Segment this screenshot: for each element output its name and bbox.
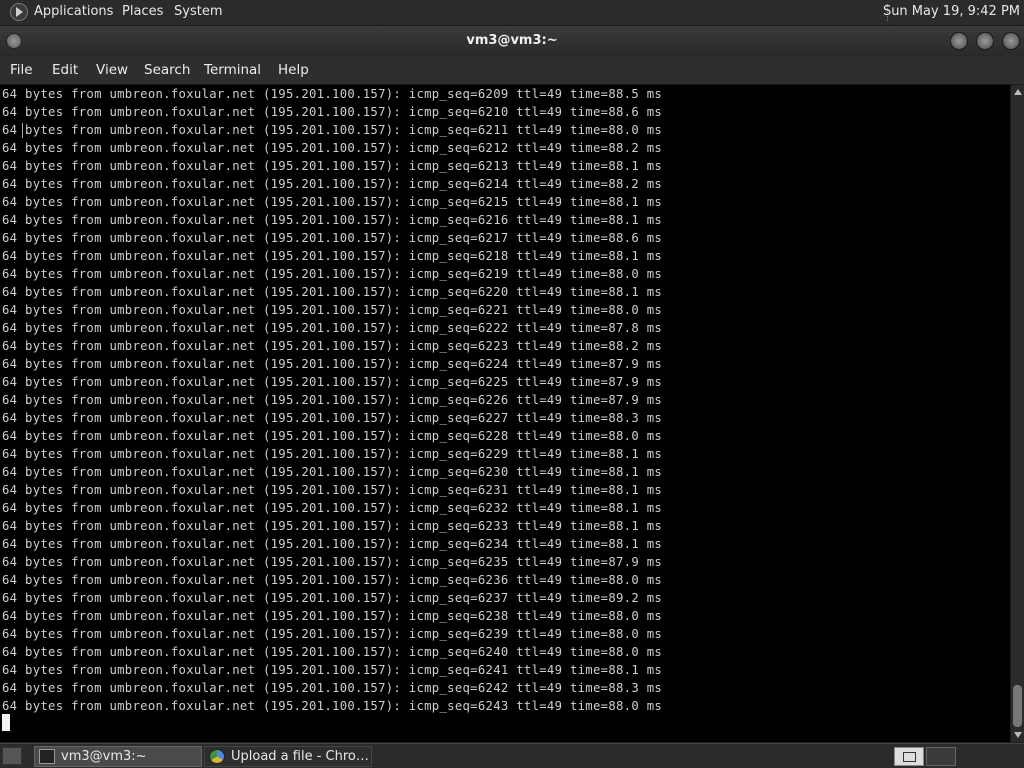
terminal-line: 64 bytes from umbreon.foxular.net (195.2… — [2, 339, 663, 353]
clock[interactable]: Sun May 19, 9:42 PM — [883, 4, 1020, 19]
system-menu[interactable]: System — [174, 4, 222, 19]
close-button[interactable] — [1002, 32, 1020, 50]
menu-help[interactable]: Help — [278, 62, 309, 78]
terminal-line: 64 bytes from umbreon.foxular.net (195.2… — [2, 177, 663, 191]
terminal-line: 64 bytes from umbreon.foxular.net (195.2… — [2, 105, 663, 119]
terminal-line: 64 bytes from umbreon.foxular.net (195.2… — [2, 483, 663, 497]
terminal-line: 64 bytes from umbreon.foxular.net (195.2… — [2, 681, 663, 695]
terminal-line: 64 bytes from umbreon.foxular.net (195.2… — [2, 213, 663, 227]
scroll-up-icon[interactable] — [1014, 89, 1022, 95]
task-label: vm3@vm3:~ — [61, 749, 147, 764]
terminal-scrollbar[interactable] — [1010, 85, 1024, 742]
terminal-line: 64 bytes from umbreon.foxular.net (195.2… — [2, 285, 663, 299]
terminal-line: 64 bytes from umbreon.foxular.net (195.2… — [2, 249, 663, 263]
terminal-text: 64 bytes from umbreon.foxular.net (195.2… — [0, 85, 1010, 715]
window-title: vm3@vm3:~ — [466, 33, 558, 48]
terminal-line: 64 bytes from umbreon.foxular.net (195.2… — [2, 465, 663, 479]
terminal-line: 64 bytes from umbreon.foxular.net (195.2… — [2, 123, 663, 137]
terminal-line: 64 bytes from umbreon.foxular.net (195.2… — [2, 357, 663, 371]
workspace-1[interactable] — [894, 747, 924, 766]
places-menu[interactable]: Places — [122, 4, 163, 19]
terminal-cursor — [2, 714, 10, 731]
terminal-line: 64 bytes from umbreon.foxular.net (195.2… — [2, 699, 663, 713]
terminal-line: 64 bytes from umbreon.foxular.net (195.2… — [2, 141, 663, 155]
terminal-line: 64 bytes from umbreon.foxular.net (195.2… — [2, 609, 663, 623]
applications-menu[interactable]: Applications — [34, 4, 113, 19]
terminal-line: 64 bytes from umbreon.foxular.net (195.2… — [2, 627, 663, 641]
terminal-line: 64 bytes from umbreon.foxular.net (195.2… — [2, 411, 663, 425]
terminal-icon — [39, 749, 55, 764]
scrollbar-thumb[interactable] — [1013, 685, 1022, 727]
scroll-down-icon[interactable] — [1014, 732, 1022, 738]
terminal-line: 64 bytes from umbreon.foxular.net (195.2… — [2, 87, 663, 101]
chrome-icon — [209, 749, 225, 764]
window-titlebar[interactable]: vm3@vm3:~ — [0, 26, 1024, 56]
terminal-output[interactable]: 64 bytes from umbreon.foxular.net (195.2… — [0, 85, 1010, 742]
terminal-line: 64 bytes from umbreon.foxular.net (195.2… — [2, 231, 663, 245]
terminal-line: 64 bytes from umbreon.foxular.net (195.2… — [2, 591, 663, 605]
task-label: Upload a file - Chro… — [231, 749, 369, 764]
terminal-line: 64 bytes from umbreon.foxular.net (195.2… — [2, 195, 663, 209]
minimize-button[interactable] — [950, 32, 968, 50]
menu-terminal[interactable]: Terminal — [204, 62, 261, 78]
terminal-line: 64 bytes from umbreon.foxular.net (195.2… — [2, 267, 663, 281]
menubar: File Edit View Search Terminal Help — [0, 56, 1024, 85]
terminal-line: 64 bytes from umbreon.foxular.net (195.2… — [2, 429, 663, 443]
terminal-line: 64 bytes from umbreon.foxular.net (195.2… — [2, 663, 663, 677]
terminal-line: 64 bytes from umbreon.foxular.net (195.2… — [2, 537, 663, 551]
terminal-line: 64 bytes from umbreon.foxular.net (195.2… — [2, 645, 663, 659]
task-chrome[interactable]: Upload a file - Chro… — [204, 746, 372, 767]
terminal-line: 64 bytes from umbreon.foxular.net (195.2… — [2, 501, 663, 515]
top-panel: Applications Places System Sun May 19, 9… — [0, 0, 1024, 26]
text-cursor-icon — [22, 123, 23, 138]
menu-search[interactable]: Search — [144, 62, 190, 78]
terminal-line: 64 bytes from umbreon.foxular.net (195.2… — [2, 447, 663, 461]
terminal-line: 64 bytes from umbreon.foxular.net (195.2… — [2, 573, 663, 587]
terminal-line: 64 bytes from umbreon.foxular.net (195.2… — [2, 159, 663, 173]
terminal-line: 64 bytes from umbreon.foxular.net (195.2… — [2, 303, 663, 317]
show-desktop-icon[interactable] — [2, 747, 22, 765]
task-terminal[interactable]: vm3@vm3:~ — [34, 746, 202, 767]
gnome-foot-icon[interactable] — [10, 3, 28, 21]
maximize-button[interactable] — [976, 32, 994, 50]
menu-edit[interactable]: Edit — [52, 62, 78, 78]
terminal-line: 64 bytes from umbreon.foxular.net (195.2… — [2, 375, 663, 389]
menu-file[interactable]: File — [10, 62, 33, 78]
terminal-line: 64 bytes from umbreon.foxular.net (195.2… — [2, 321, 663, 335]
terminal-line: 64 bytes from umbreon.foxular.net (195.2… — [2, 555, 663, 569]
menu-view[interactable]: View — [96, 62, 128, 78]
bottom-taskbar: vm3@vm3:~ Upload a file - Chro… — [0, 743, 1024, 768]
terminal-line: 64 bytes from umbreon.foxular.net (195.2… — [2, 393, 663, 407]
terminal-line: 64 bytes from umbreon.foxular.net (195.2… — [2, 519, 663, 533]
workspace-2[interactable] — [926, 747, 956, 766]
